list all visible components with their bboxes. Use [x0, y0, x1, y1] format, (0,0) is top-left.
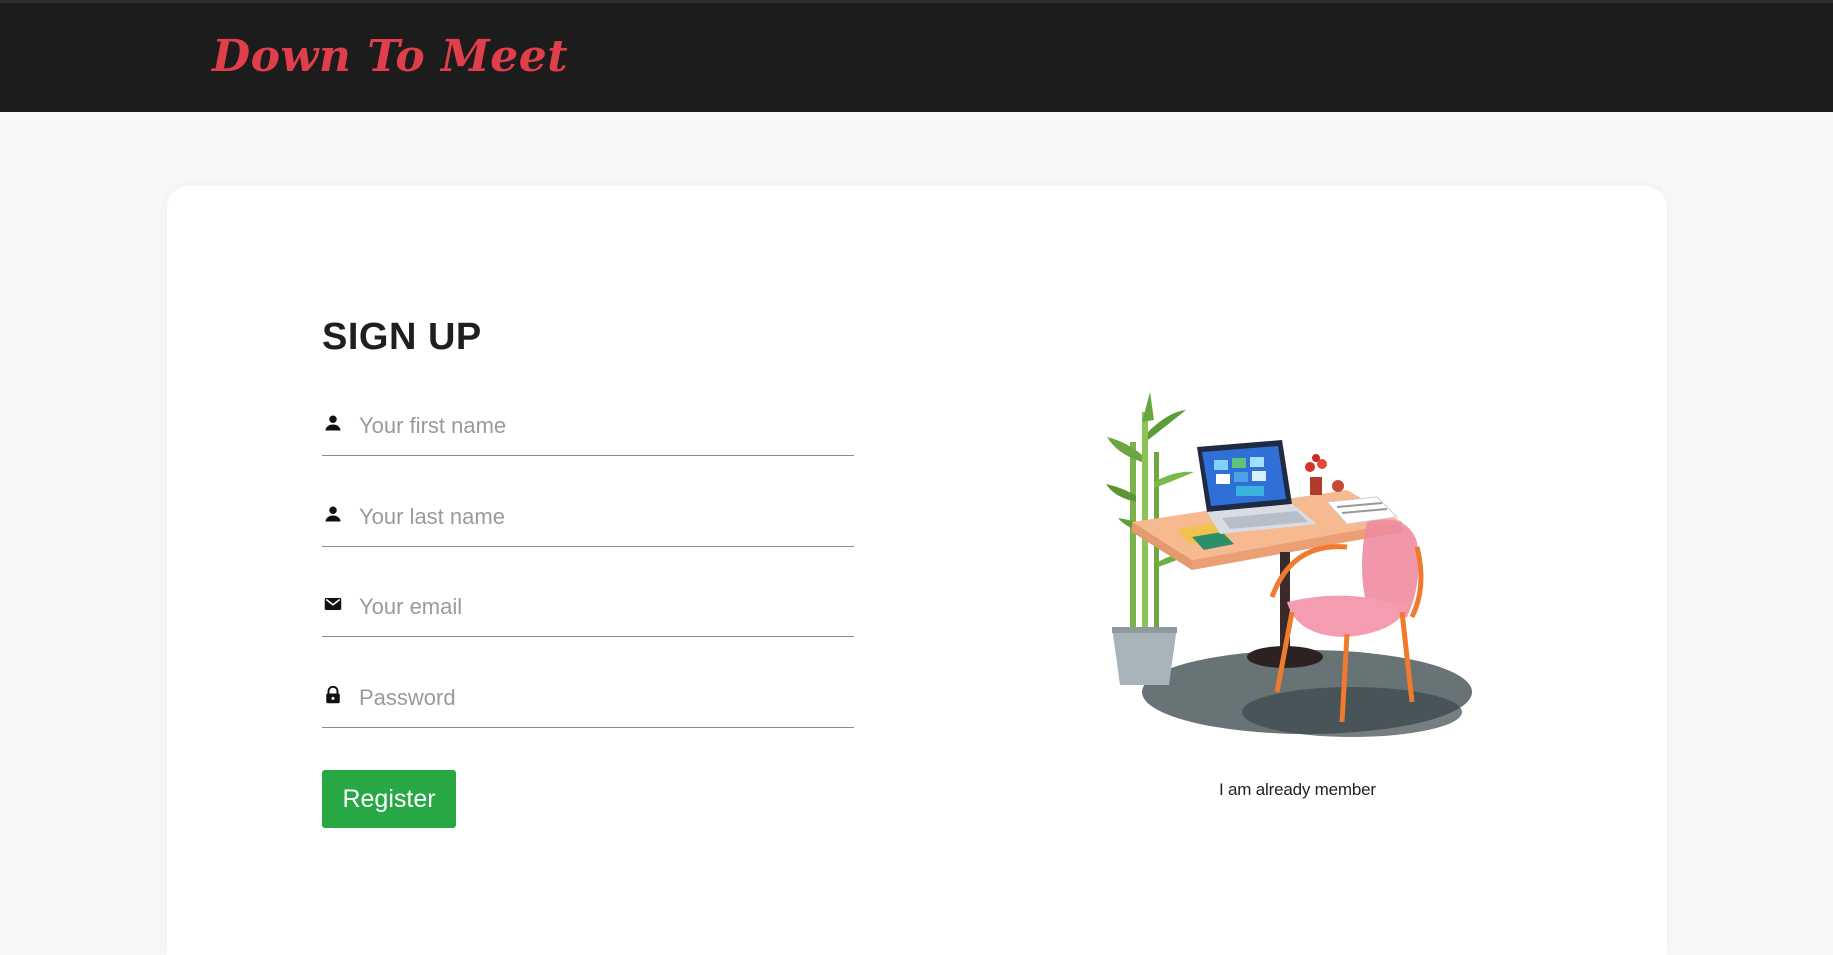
first-name-field [322, 400, 854, 456]
person-icon [325, 415, 341, 431]
lock-icon [326, 686, 340, 704]
email-input[interactable] [359, 587, 839, 627]
laptop [1197, 440, 1317, 534]
email-field [322, 581, 854, 637]
desk-illustration [1106, 392, 1472, 737]
top-navbar: Down To Meet [0, 0, 1833, 112]
page-title: SIGN UP [322, 316, 482, 358]
person-icon [325, 506, 341, 522]
last-name-field [322, 491, 854, 547]
password-input[interactable] [359, 678, 839, 718]
password-field [322, 672, 854, 728]
flower-vase [1305, 454, 1344, 495]
last-name-input[interactable] [359, 497, 839, 537]
brand-logo[interactable]: Down To Meet [212, 31, 568, 82]
register-button[interactable]: Register [322, 770, 456, 828]
first-name-input[interactable] [359, 406, 839, 446]
mail-icon [324, 598, 342, 610]
signup-card: SIGN UP Register [167, 186, 1667, 955]
already-member-link[interactable]: I am already member [1219, 780, 1376, 800]
